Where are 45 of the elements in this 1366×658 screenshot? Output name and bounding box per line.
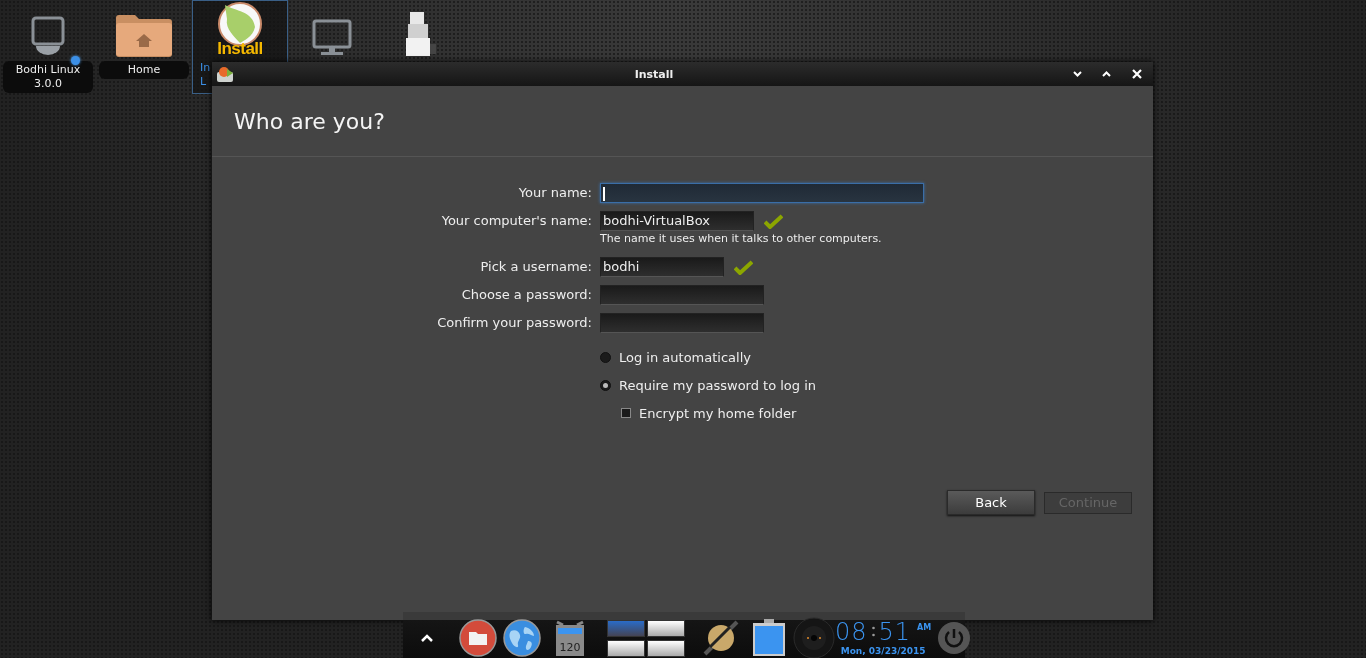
icon-label[interactable]: In L [200, 61, 211, 89]
field-label: Choose a password: [460, 286, 592, 304]
home-folder-icon[interactable] [114, 12, 174, 58]
radio-button[interactable] [600, 351, 611, 363]
am-pm-label: AM [917, 624, 932, 632]
battery-icon[interactable] [751, 618, 787, 658]
text-field[interactable] [600, 313, 764, 333]
text-field[interactable] [600, 285, 764, 305]
nav-button[interactable]: Back [947, 490, 1035, 515]
hint-text: The name it uses when it talks to other computers. [600, 231, 883, 247]
install-logo-text: Install [216, 39, 264, 59]
option-label[interactable]: Log in automatically [619, 349, 751, 365]
text-field[interactable] [600, 183, 924, 203]
colon-icon [871, 626, 875, 637]
folder-icon[interactable] [459, 619, 497, 657]
plug-icon[interactable] [701, 618, 741, 658]
workspace-thumbnail[interactable] [647, 639, 685, 657]
clock-minutes: 51 [878, 620, 912, 644]
workspace-thumbnail[interactable] [647, 619, 685, 637]
arrow-up-icon[interactable] [421, 634, 433, 642]
icon-label[interactable]: Home [99, 61, 189, 79]
clock-hours: 08 [835, 620, 868, 644]
radio-button[interactable] [600, 379, 611, 391]
window-title: Install [633, 67, 675, 81]
field-label: Your computer's name: [440, 212, 592, 230]
monitor-icon[interactable] [311, 18, 353, 58]
text-field[interactable]: bodhi-VirtualBox [600, 211, 754, 231]
workspace-thumbnail[interactable] [607, 619, 645, 637]
page-heading: Who are you? [234, 108, 385, 134]
maximize-icon[interactable] [1102, 71, 1111, 77]
globe-icon[interactable] [503, 619, 541, 657]
field-label: Your name: [517, 184, 592, 202]
checkbox[interactable] [621, 408, 631, 418]
text-field[interactable]: bodhi [600, 257, 724, 277]
close-icon[interactable] [1132, 69, 1142, 79]
power-icon[interactable] [937, 621, 972, 655]
icon-label[interactable]: Bodhi Linux 3.0.0 [3, 61, 93, 93]
installer-icon [215, 65, 235, 83]
minimize-icon[interactable] [1073, 71, 1082, 77]
field-label: Confirm your password: [436, 314, 592, 332]
checkbox-label[interactable]: Encrypt my home folder [639, 405, 797, 421]
option-label[interactable]: Require my password to log in [619, 377, 817, 393]
date-label: Mon, 03/23/2015 [840, 647, 926, 656]
workspace-thumbnail[interactable] [607, 639, 645, 657]
field-label: Pick a username: [479, 258, 592, 276]
